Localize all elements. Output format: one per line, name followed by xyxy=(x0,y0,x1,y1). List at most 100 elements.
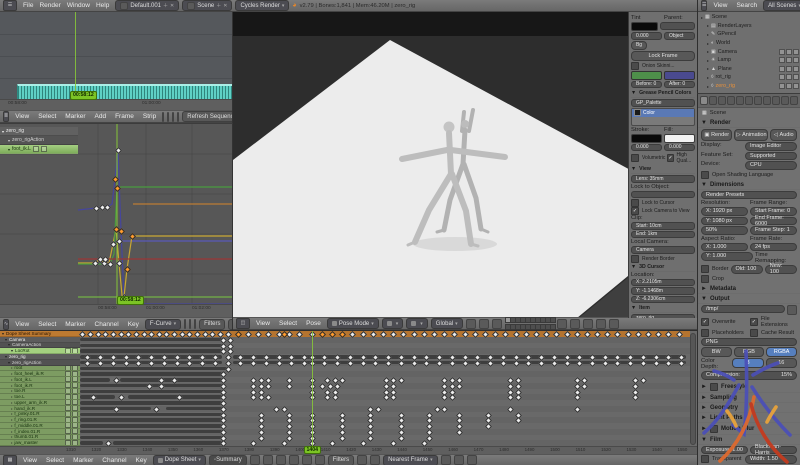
render-icon[interactable] xyxy=(609,319,619,329)
expand-icon[interactable]: ▸ xyxy=(707,66,709,71)
viewport-menu-pose[interactable]: Pose xyxy=(303,320,324,327)
dope-menu-marker[interactable]: Marker xyxy=(70,457,96,464)
selectability-toggle-icon[interactable] xyxy=(786,49,792,55)
manipulator-icon[interactable] xyxy=(466,319,476,329)
filters-button[interactable]: Filters xyxy=(199,319,225,330)
bullet-icon[interactable]: • xyxy=(11,377,12,382)
bullet-icon[interactable]: • xyxy=(11,400,12,405)
graph-mode-select[interactable]: F-Curve▾ xyxy=(145,319,181,330)
visibility-toggle-icon[interactable] xyxy=(779,57,785,63)
mute-toggle-icon[interactable] xyxy=(65,348,71,353)
tab-material[interactable] xyxy=(772,96,780,105)
bullet-icon[interactable]: • xyxy=(11,440,12,445)
render-toggle-icon[interactable] xyxy=(793,66,799,72)
summary-toggle[interactable]: ◦Summary xyxy=(209,455,247,465)
lock-toggle-icon[interactable] xyxy=(72,423,78,428)
render-button[interactable]: ▣ Render xyxy=(701,129,732,141)
dope-filter-icon[interactable] xyxy=(276,455,286,465)
expand-icon[interactable]: ▾ xyxy=(8,343,10,348)
fcurve-0[interactable] xyxy=(78,150,233,304)
compression-slider[interactable]: Compression:15% xyxy=(701,371,797,380)
volumetric-toggle[interactable]: Volumetric xyxy=(631,152,665,164)
graph-channel-zero_rigAction[interactable]: ▾zero_rigAction xyxy=(0,136,78,145)
bullet-icon[interactable]: • xyxy=(11,371,12,376)
file-format-select[interactable]: PNG xyxy=(701,338,797,347)
render-presets-select[interactable]: Render Presets xyxy=(701,191,797,200)
snap-icon[interactable] xyxy=(570,319,580,329)
depth-8-button[interactable]: 8 xyxy=(732,358,763,368)
editor-type-icon[interactable]: ▦ xyxy=(3,455,17,465)
graph-filter-icon[interactable] xyxy=(184,319,186,329)
fcurve-4[interactable] xyxy=(78,187,233,264)
editor-type-icon[interactable]: ◫ xyxy=(236,318,250,329)
dope-snap-icon[interactable] xyxy=(454,455,464,465)
vse-toggle-icon[interactable] xyxy=(177,112,179,122)
vse-menu-add[interactable]: Add xyxy=(92,113,110,120)
color-list-item[interactable]: Color xyxy=(632,109,694,117)
parent-object-field[interactable] xyxy=(660,22,695,30)
render-border-toggle[interactable]: Render Border xyxy=(631,255,695,263)
mute-toggle-icon[interactable] xyxy=(65,389,71,394)
dope-menu-key[interactable]: Key xyxy=(133,457,150,464)
filter-width-field[interactable]: Width: 1.50 xyxy=(745,455,797,464)
dope-filter-icon[interactable] xyxy=(289,455,299,465)
cursor-x-field[interactable]: X: 2.2105m xyxy=(631,279,695,287)
mute-toggle-icon[interactable] xyxy=(33,146,39,152)
render-panel-header[interactable]: ▼Render xyxy=(698,118,800,128)
expand-icon[interactable]: ▾ xyxy=(5,337,7,342)
folder-icon[interactable] xyxy=(787,305,797,315)
lock-toggle-icon[interactable] xyxy=(72,435,78,440)
outliner-menu-view[interactable]: View xyxy=(710,2,730,9)
depth-16-button[interactable]: 16 xyxy=(766,358,797,368)
item-panel-header[interactable]: ▼Item xyxy=(631,304,695,313)
mute-toggle-icon[interactable] xyxy=(65,412,71,417)
filters-button[interactable]: Filters xyxy=(328,455,354,465)
bullet-icon[interactable]: • xyxy=(11,429,12,434)
tab-world[interactable] xyxy=(727,96,735,105)
expand-icon[interactable]: ▸ xyxy=(707,58,709,63)
lock-toggle-icon[interactable] xyxy=(72,389,78,394)
expand-icon[interactable]: ▸ xyxy=(707,84,709,89)
dope-filter-icon[interactable] xyxy=(263,455,273,465)
lock-icon[interactable] xyxy=(557,319,567,329)
bg-toggle[interactable]: Bg xyxy=(631,41,647,50)
active-object-field[interactable]: zero_rig xyxy=(631,314,695,318)
pixel-filter-select[interactable]: Blackman-Harris xyxy=(750,446,797,455)
aspect-x-field[interactable]: X: 1.000 xyxy=(701,243,748,252)
mute-toggle-icon[interactable] xyxy=(65,406,71,411)
vse-menu-frame[interactable]: Frame xyxy=(112,113,137,120)
local-camera-field[interactable]: Camera xyxy=(631,246,695,254)
tab-constraints[interactable] xyxy=(745,96,753,105)
keyframe-range-bar[interactable] xyxy=(113,441,223,444)
dope-menu-view[interactable]: View xyxy=(20,457,40,464)
lock-toggle-icon[interactable] xyxy=(72,394,78,399)
keyframe-range-bar[interactable] xyxy=(80,367,228,370)
refresh-sequencer-button[interactable]: Refresh Sequencer xyxy=(182,111,233,122)
expand-icon[interactable]: ▸ xyxy=(707,41,709,46)
graph-channel-foot_ik.L[interactable]: ▾foot_ik.L xyxy=(0,145,78,154)
tab-render-layers[interactable] xyxy=(709,96,717,105)
outliner-row-lamp[interactable]: ▸☀Lamp xyxy=(698,56,800,65)
render-engine-select[interactable]: Cycles Render ▾ xyxy=(235,0,289,11)
device-select[interactable]: CPU xyxy=(745,161,797,170)
overwrite-toggle[interactable]: ✓Overwrite xyxy=(701,316,748,328)
bullet-icon[interactable]: • xyxy=(11,423,12,428)
close-icon[interactable]: ✕ xyxy=(223,3,227,9)
keyframe-range-bar[interactable] xyxy=(80,413,223,416)
audio-button[interactable]: ◁ Audio xyxy=(770,129,797,141)
editor-type-icon[interactable]: ∿ xyxy=(3,319,9,330)
expand-icon[interactable]: ▾ xyxy=(8,147,10,152)
feature-set-select[interactable]: Supported xyxy=(745,152,797,161)
outliner-scope-select[interactable]: All Scenes▾ xyxy=(763,0,800,11)
mute-toggle-icon[interactable] xyxy=(65,423,71,428)
geometry-panel-header[interactable]: ►Geometry xyxy=(698,403,800,413)
close-icon[interactable]: ✕ xyxy=(170,3,174,9)
mute-toggle-icon[interactable] xyxy=(65,400,71,405)
fill-color-swatch[interactable] xyxy=(664,134,695,143)
keyframe-range-bar[interactable] xyxy=(80,372,223,375)
checkbox-icon[interactable] xyxy=(710,383,718,391)
info-menu-file[interactable]: File xyxy=(20,2,36,9)
keyframe-range-bar[interactable] xyxy=(80,401,223,404)
tab-data[interactable] xyxy=(763,96,771,105)
visibility-toggle-icon[interactable] xyxy=(779,49,785,55)
